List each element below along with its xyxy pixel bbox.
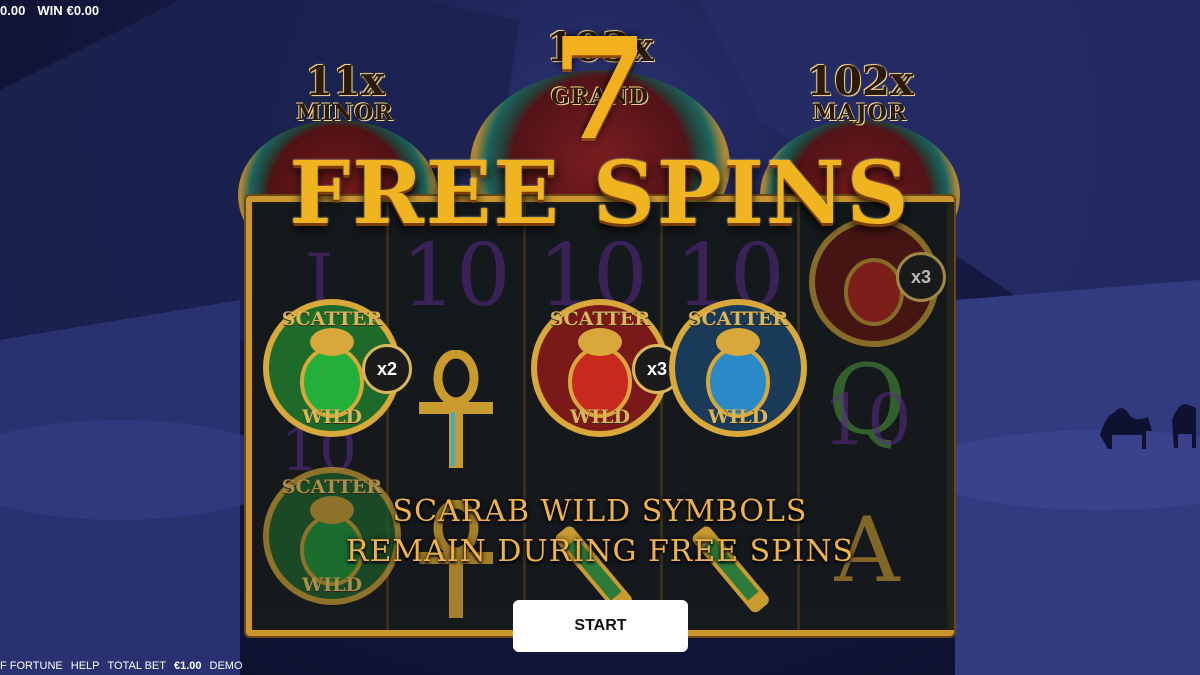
demo-label: DEMO <box>209 660 243 672</box>
help-link[interactable]: HELP <box>71 660 100 672</box>
start-button[interactable]: START <box>513 600 688 652</box>
top-status-bar: 0.00 WIN €0.00 <box>0 0 99 27</box>
free-spins-count: 7 <box>551 8 649 172</box>
minor-jackpot-multiplier: 11x <box>305 58 385 105</box>
win-label: WIN <box>37 3 63 18</box>
scarab-label-scatter: SCATTER <box>281 308 383 330</box>
total-bet-label: TOTAL BET <box>107 660 166 672</box>
scatter-wild-symbol: SCATTER WILD <box>668 298 808 438</box>
scarab-label-scatter: SCATTER <box>687 308 789 330</box>
free-spins-title: FREE SPINS <box>289 143 911 244</box>
total-bet-value: €1.00 <box>173 660 202 672</box>
message-line-2: REMAIN DURING FREE SPINS <box>345 534 855 569</box>
major-jackpot-label: MAJOR <box>812 100 908 126</box>
minor-jackpot: 11x MINOR <box>280 58 410 126</box>
bottom-info-bar: F FORTUNE HELP TOTAL BET €1.00 DEMO <box>0 657 243 675</box>
scarab-label-scatter: SCATTER <box>549 308 651 330</box>
win-value: €0.00 <box>66 3 100 18</box>
major-jackpot: 102x MAJOR <box>790 58 930 126</box>
minor-jackpot-label: MINOR <box>296 100 394 126</box>
scarab-label-wild: WILD <box>569 406 631 428</box>
scatter-wild-symbol: SCATTER WILD x3 <box>530 298 682 438</box>
symbol-10: 10 <box>822 379 912 461</box>
major-jackpot-multiplier: 102x <box>806 58 914 105</box>
multiplier-badge: x3 <box>896 252 946 302</box>
scarab-label-wild: WILD <box>707 406 769 428</box>
game-title: F FORTUNE <box>0 660 63 672</box>
message-line-1: SCARAB WILD SYMBOLS <box>392 494 808 529</box>
multiplier-badge: x2 <box>362 344 412 394</box>
scarab-label-wild: WILD <box>301 406 363 428</box>
balance-value: 0.00 <box>0 3 26 18</box>
free-spins-message: SCARAB WILD SYMBOLS REMAIN DURING FREE S… <box>250 492 950 572</box>
scatter-wild-symbol: SCATTER WILD x2 <box>262 298 412 438</box>
scarab-label-wild: WILD <box>301 574 363 596</box>
